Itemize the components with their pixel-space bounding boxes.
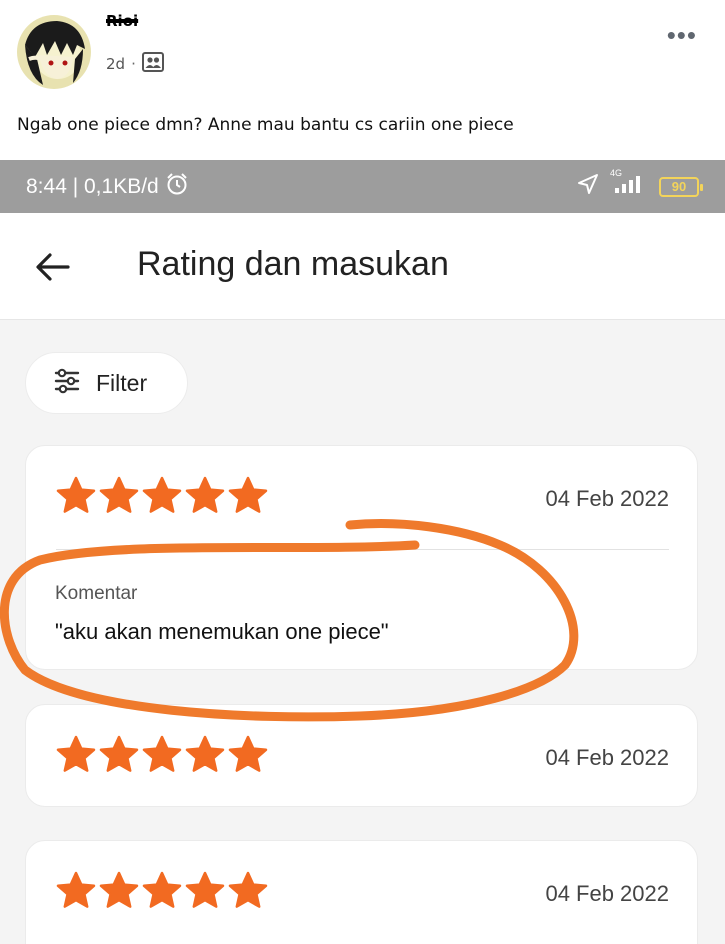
star-icon: [228, 735, 268, 775]
status-bar: 8:44 | 0,1KB/d 4G 90: [0, 160, 725, 213]
filter-sliders-icon: [54, 368, 80, 399]
review-date: 04 Feb 2022: [545, 745, 669, 770]
star-icon: [56, 735, 96, 775]
status-time-speed: 8:44 | 0,1KB/d: [26, 174, 159, 198]
star-icon: [99, 871, 139, 911]
star-icon: [185, 735, 225, 775]
post-header: Rioi 2d · ••• Ngab one piece dmn? Anne m…: [0, 0, 725, 160]
star-icon: [142, 735, 182, 775]
friends-icon[interactable]: [141, 52, 164, 76]
star-icon: [185, 871, 225, 911]
star-rating: [56, 476, 268, 516]
post-time[interactable]: 2d: [106, 55, 125, 73]
divider: [56, 549, 669, 550]
filter-button[interactable]: Filter: [25, 352, 188, 414]
review-card[interactable]: 04 Feb 2022: [25, 704, 698, 807]
star-rating: [56, 735, 268, 775]
star-icon: [56, 871, 96, 911]
back-button[interactable]: [34, 249, 72, 285]
star-icon: [142, 476, 182, 516]
avatar[interactable]: [17, 15, 91, 89]
status-right: 4G 90: [577, 168, 703, 200]
location-icon: [577, 173, 599, 200]
signal-icon: 4G: [609, 168, 649, 200]
star-icon: [142, 871, 182, 911]
network-label: 4G: [610, 168, 623, 178]
page-title: Rating dan masukan: [137, 245, 449, 283]
star-icon: [56, 476, 96, 516]
author-name[interactable]: Rioi: [106, 12, 138, 30]
filter-label: Filter: [96, 369, 148, 396]
alarm-icon: [165, 172, 189, 202]
comment-label: Komentar: [55, 583, 138, 604]
back-arrow-icon: [36, 253, 70, 281]
review-card[interactable]: 04 Feb 2022 Komentar "aku akan menemukan…: [25, 445, 698, 670]
star-icon: [185, 476, 225, 516]
meta-separator: ·: [131, 55, 136, 73]
post-text: Ngab one piece dmn? Anne mau bantu cs ca…: [17, 115, 514, 135]
star-icon: [99, 476, 139, 516]
star-icon: [228, 476, 268, 516]
comment-text: "aku akan menemukan one piece": [55, 619, 389, 644]
battery-indicator: 90: [659, 176, 703, 197]
review-date: 04 Feb 2022: [545, 486, 669, 511]
review-date: 04 Feb 2022: [545, 881, 669, 906]
more-options-icon[interactable]: •••: [667, 22, 697, 48]
star-rating: [56, 871, 268, 911]
review-card[interactable]: 04 Feb 2022: [25, 840, 698, 944]
status-left: 8:44 | 0,1KB/d: [26, 172, 189, 202]
post-meta: 2d ·: [106, 52, 164, 76]
star-icon: [99, 735, 139, 775]
app-bar: Rating dan masukan: [0, 213, 725, 320]
reviews-content: Filter 04 Feb 2022 Komentar "aku akan me…: [0, 320, 725, 944]
star-icon: [228, 871, 268, 911]
